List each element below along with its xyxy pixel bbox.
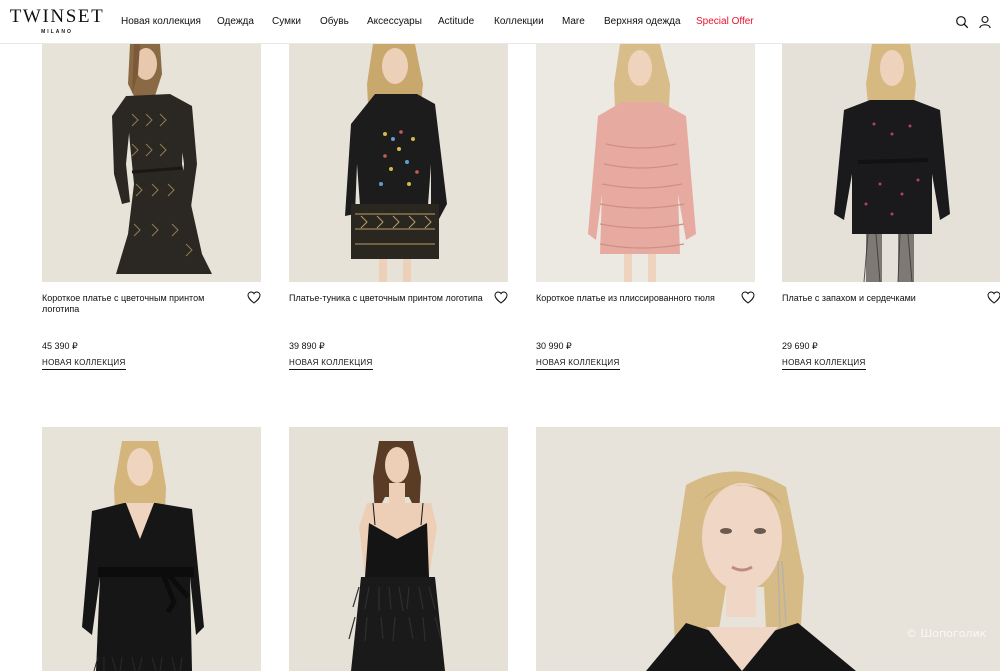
product-price: 39 890 ₽ [289,341,325,351]
product-title[interactable]: Платье с запахом и сердечками [782,293,982,304]
product-card[interactable] [289,427,508,671]
product-image[interactable] [42,44,261,282]
heart-icon[interactable] [247,291,261,304]
nav-outerwear[interactable]: Верхняя одежда [604,16,681,28]
nav-special-offer[interactable]: Special Offer [696,16,754,28]
product-card[interactable]: Короткое платье с цветочным принтом лого… [42,44,261,374]
product-photo-wrap-dress-hearts [782,44,1000,282]
user-icon[interactable] [978,15,992,29]
product-image[interactable] [289,44,508,282]
product-title[interactable]: Платье-туника с цветочным принтом логоти… [289,293,494,304]
product-card[interactable]: Платье с запахом и сердечками 29 690 ₽ Н… [782,44,1000,374]
search-icon[interactable] [955,15,969,29]
product-title[interactable]: Короткое платье из плиссированного тюля [536,293,741,304]
nav-actitude[interactable]: Actitude [438,16,474,28]
heart-icon[interactable] [741,291,755,304]
product-image[interactable] [782,44,1000,282]
watermark-text: © Шопоголик [906,627,987,640]
product-photo-pink-tulle-dress [536,44,755,282]
product-photo-feather-slip-dress [289,427,508,671]
nav-accessories[interactable]: Аксессуары [367,16,422,28]
logo-subtitle: MILANO [41,29,73,35]
heart-icon[interactable] [494,291,508,304]
nav-new-collection[interactable]: Новая коллекция [121,16,201,28]
logo-text: TWINSET [9,6,105,27]
nav-clothing[interactable]: Одежда [217,16,254,28]
new-collection-tag[interactable]: НОВАЯ КОЛЛЕКЦИЯ [782,358,866,370]
product-card[interactable]: Платье-туника с цветочным принтом логоти… [289,44,508,374]
product-title[interactable]: Короткое платье с цветочным принтом лого… [42,293,232,315]
nav-shoes[interactable]: Обувь [320,16,349,28]
heart-icon[interactable] [987,291,1000,304]
nav-mare[interactable]: Mare [562,16,585,28]
new-collection-tag[interactable]: НОВАЯ КОЛЛЕКЦИЯ [536,358,620,370]
new-collection-tag[interactable]: НОВАЯ КОЛЛЕКЦИЯ [289,358,373,370]
product-price: 45 390 ₽ [42,341,78,351]
product-photo-black-logo-dress [42,44,261,282]
product-price: 29 690 ₽ [782,341,818,351]
product-photo-black-knit-dress [42,427,261,671]
product-image[interactable] [42,427,261,671]
product-price: 30 990 ₽ [536,341,572,351]
twinset-logo[interactable]: TWINSET MILANO [9,6,105,36]
product-card[interactable]: Короткое платье из плиссированного тюля … [536,44,755,374]
nav-bags[interactable]: Сумки [272,16,301,28]
product-photo-tunic-dress [289,44,508,282]
product-image[interactable] [536,44,755,282]
new-collection-tag[interactable]: НОВАЯ КОЛЛЕКЦИЯ [42,358,126,370]
product-image[interactable] [289,427,508,671]
product-card[interactable] [42,427,261,671]
nav-collections[interactable]: Коллекции [494,16,544,28]
site-header: TWINSET MILANO Новая коллекция Одежда Су… [0,0,1000,44]
